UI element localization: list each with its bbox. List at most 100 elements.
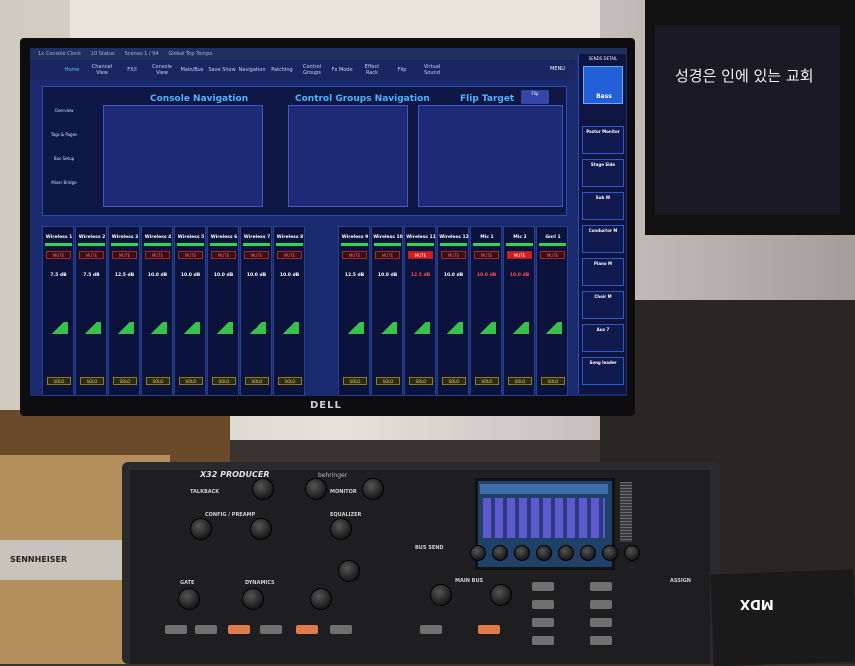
solo-button[interactable]: SOLO	[541, 377, 565, 385]
solo-button[interactable]: SOLO	[508, 377, 532, 385]
channel-strip[interactable]: Wireless 4 MUTE 10.0 dB SOLO	[141, 226, 173, 396]
toolbar-virtual-sound[interactable]: Virtual Sound	[418, 64, 446, 76]
rotary-knob[interactable]	[305, 478, 327, 500]
mute-button[interactable]: MUTE	[474, 251, 499, 259]
toolbar-effect-rack[interactable]: Effect Rack	[358, 64, 386, 76]
mute-button[interactable]: MUTE	[244, 251, 269, 259]
dynamics-graph[interactable]	[180, 322, 200, 334]
channel-strip[interactable]: Mic 1 MUTE 10.0 dB SOLO	[470, 226, 502, 396]
dynamics-graph[interactable]	[81, 322, 101, 334]
gain-value[interactable]: 12.5 dB	[342, 273, 367, 278]
channel-strip[interactable]: Mic 2 MUTE 10.0 dB SOLO	[503, 226, 535, 396]
dynamics-graph[interactable]	[542, 322, 562, 334]
solo-button[interactable]: SOLO	[80, 377, 104, 385]
rotary-knob[interactable]	[310, 588, 332, 610]
mute-button[interactable]: MUTE	[408, 251, 433, 259]
solo-button[interactable]: SOLO	[245, 377, 269, 385]
rotary-knob[interactable]	[250, 518, 272, 540]
send-item[interactable]: Pastor Monitor	[582, 126, 624, 154]
send-item[interactable]: Stage Side	[582, 159, 624, 187]
mute-button[interactable]: MUTE	[46, 251, 71, 259]
gain-value[interactable]: 10.0 dB	[507, 273, 532, 278]
dynamics-graph[interactable]	[410, 322, 430, 334]
screen-encoder-knob[interactable]	[536, 545, 552, 561]
console-button[interactable]	[260, 625, 282, 634]
gain-value[interactable]: 10.0 dB	[375, 273, 400, 278]
side-button-overview[interactable]: Overview	[46, 108, 82, 134]
mute-button[interactable]: MUTE	[441, 251, 466, 259]
solo-button[interactable]: SOLO	[278, 377, 302, 385]
dynamics-graph[interactable]	[147, 322, 167, 334]
gain-value[interactable]: 12.5 dB	[112, 273, 137, 278]
solo-button[interactable]: SOLO	[179, 377, 203, 385]
rotary-knob[interactable]	[338, 560, 360, 582]
side-button-bus-setup[interactable]: Bus Setup	[46, 156, 82, 182]
dynamics-graph[interactable]	[213, 322, 233, 334]
channel-strip[interactable]: Wireless 12 MUTE 10.0 dB SOLO	[437, 226, 469, 396]
gain-value[interactable]: 12.5 dB	[408, 273, 433, 278]
mute-button[interactable]: MUTE	[277, 251, 302, 259]
toolbar-navigation[interactable]: Navigation	[238, 67, 266, 73]
console-button[interactable]	[590, 582, 612, 591]
screen-encoder-knob[interactable]	[580, 545, 596, 561]
gain-value[interactable]: 7.5 dB	[46, 273, 71, 278]
dynamics-graph[interactable]	[476, 322, 496, 334]
gain-value[interactable]: 10.0 dB	[441, 273, 466, 278]
toolbar-channel-view[interactable]: Channel View	[88, 64, 116, 76]
send-item[interactable]: Sub W	[582, 192, 624, 220]
dynamics-graph[interactable]	[279, 322, 299, 334]
console-button[interactable]	[532, 636, 554, 645]
mute-button[interactable]: MUTE	[79, 251, 104, 259]
gain-value[interactable]: 10.0 dB	[244, 273, 269, 278]
send-item[interactable]: Piano M	[582, 258, 624, 286]
mute-button[interactable]: MUTE	[178, 251, 203, 259]
console-navigation-map[interactable]	[103, 105, 263, 207]
screen-encoder-knob[interactable]	[492, 545, 508, 561]
mute-button[interactable]: MUTE	[112, 251, 137, 259]
send-item[interactable]: Choir M	[582, 291, 624, 319]
mute-button[interactable]: MUTE	[145, 251, 170, 259]
channel-strip[interactable]: Wireless 8 MUTE 10.0 dB SOLO	[273, 226, 305, 396]
toolbar-save-show[interactable]: Save Show	[208, 67, 236, 73]
console-button[interactable]	[590, 618, 612, 627]
dynamics-graph[interactable]	[377, 322, 397, 334]
channel-strip[interactable]: Wireless 11 MUTE 12.5 dB SOLO	[404, 226, 436, 396]
rotary-knob[interactable]	[252, 478, 274, 500]
flip-button[interactable]: Flip	[521, 90, 549, 104]
flip-target-map[interactable]	[418, 105, 563, 207]
solo-button[interactable]: SOLO	[409, 377, 433, 385]
channel-strip[interactable]: Wireless 9 MUTE 12.5 dB SOLO	[338, 226, 370, 396]
send-item[interactable]: Conductor M	[582, 225, 624, 253]
solo-button[interactable]: SOLO	[47, 377, 71, 385]
rotary-knob[interactable]	[430, 584, 452, 606]
sends-selected-channel[interactable]: Bass	[583, 66, 623, 104]
dynamics-graph[interactable]	[114, 322, 134, 334]
gain-value[interactable]: 10.0 dB	[474, 273, 499, 278]
console-button[interactable]	[296, 625, 318, 634]
channel-strip[interactable]: Wireless 2 MUTE 7.5 dB SOLO	[75, 226, 107, 396]
mute-button[interactable]: MUTE	[211, 251, 236, 259]
screen-encoder-knob[interactable]	[558, 545, 574, 561]
send-item[interactable]: Aux 7	[582, 324, 624, 352]
console-button[interactable]	[590, 600, 612, 609]
channel-strip[interactable]: Wireless 1 MUTE 7.5 dB SOLO	[42, 226, 74, 396]
console-button[interactable]	[532, 618, 554, 627]
toolbar-fx[interactable]: FX/I	[118, 67, 146, 73]
mute-button[interactable]: MUTE	[342, 251, 367, 259]
console-button[interactable]	[420, 625, 442, 634]
screen-encoder-knob[interactable]	[470, 545, 486, 561]
side-button-mixer-bridge[interactable]: Mixer Bridge	[46, 180, 82, 206]
toolbar-flip[interactable]: Flip	[388, 67, 416, 73]
solo-button[interactable]: SOLO	[146, 377, 170, 385]
solo-button[interactable]: SOLO	[475, 377, 499, 385]
gain-value[interactable]: 10.0 dB	[277, 273, 302, 278]
channel-strip[interactable]: Wireless 10 MUTE 10.0 dB SOLO	[371, 226, 403, 396]
gain-value[interactable]: 7.5 dB	[79, 273, 104, 278]
control-groups-map[interactable]	[288, 105, 408, 207]
channel-strip[interactable]: Wireless 6 MUTE 10.0 dB SOLO	[207, 226, 239, 396]
console-button[interactable]	[165, 625, 187, 634]
menu-button[interactable]: MENU	[550, 66, 565, 72]
channel-strip[interactable]: Wireless 3 MUTE 12.5 dB SOLO	[108, 226, 140, 396]
rotary-knob[interactable]	[330, 518, 352, 540]
rotary-knob[interactable]	[242, 588, 264, 610]
